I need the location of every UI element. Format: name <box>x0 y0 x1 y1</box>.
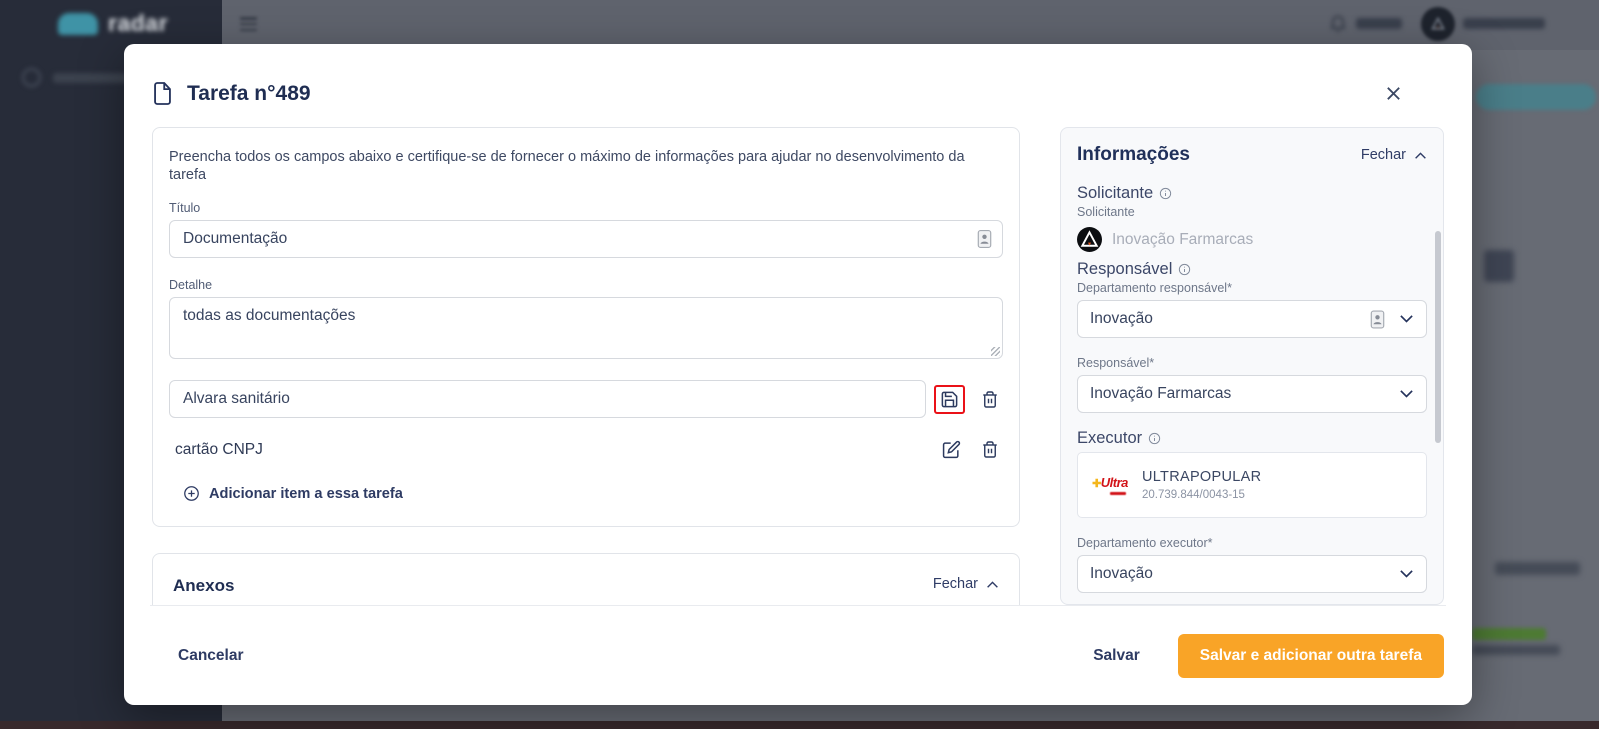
solicitante-sublabel: Solicitante <box>1077 205 1135 219</box>
task-modal: Tarefa n°489 Preencha todos os campos ab… <box>124 44 1472 705</box>
document-icon <box>152 81 173 106</box>
departamento-executor-label: Departamento executor* <box>1077 536 1213 550</box>
user-name-blur <box>1463 18 1545 29</box>
edit-pencil-icon[interactable] <box>938 436 965 463</box>
item-text: cartão CNPJ <box>175 440 263 458</box>
autofill-badge-icon <box>1370 310 1385 329</box>
solicitante-heading: Solicitante <box>1077 184 1154 202</box>
responsavel-select[interactable]: Inovação Farmarcas <box>1077 375 1427 413</box>
responsavel-label: Responsável* <box>1077 356 1155 370</box>
trash-icon[interactable] <box>977 386 1003 413</box>
radar-logo: radar <box>58 10 168 37</box>
chevron-down-icon <box>1399 569 1414 579</box>
window-bottom-edge <box>0 721 1599 729</box>
save-and-add-button[interactable]: Salvar e adicionar outra tarefa <box>1177 633 1444 678</box>
anexos-card: Anexos Fechar <box>152 553 1020 605</box>
solicitante-value: Inovação Farmarcas <box>1112 230 1254 248</box>
responsavel-heading: Responsável <box>1077 260 1173 278</box>
cancel-button[interactable]: Cancelar <box>178 647 243 665</box>
plus-circle-icon <box>183 485 200 502</box>
item-field-wrap <box>169 380 926 419</box>
task-item-row-editing <box>169 380 1003 419</box>
trash-icon[interactable] <box>977 436 1003 463</box>
task-item-row: cartão CNPJ <box>169 436 1003 463</box>
avatar[interactable] <box>1421 7 1455 41</box>
executor-card: ✚Ultra ULTRAPOPULAR 20.739.844/0043-15 <box>1077 452 1427 518</box>
form-description: Preencha todos os campos abaixo e certif… <box>169 149 965 184</box>
resize-handle[interactable] <box>991 347 1000 357</box>
executor-heading: Executor <box>1077 429 1143 447</box>
add-item-button[interactable]: Adicionar item a essa tarefa <box>183 485 403 502</box>
hamburger-menu-icon[interactable] <box>240 17 257 34</box>
info-circle-icon <box>1148 432 1161 445</box>
departamento-responsavel-value: Inovação <box>1090 310 1153 327</box>
save-button[interactable]: Salvar <box>1093 647 1140 665</box>
departamento-responsavel-select[interactable]: Inovação <box>1077 300 1427 338</box>
titulo-label: Título <box>169 201 201 216</box>
executor-cnpj: 20.739.844/0043-15 <box>1142 489 1245 501</box>
departamento-executor-value: Inovação <box>1090 565 1153 582</box>
modal-title: Tarefa n°489 <box>187 81 311 105</box>
background-grid-icon <box>1484 250 1514 282</box>
notification-label-blur <box>1356 18 1402 29</box>
info-circle-icon <box>1159 187 1172 200</box>
titulo-field-wrap <box>169 220 1003 259</box>
modal-body: Preencha todos os campos abaixo e certif… <box>124 127 1472 605</box>
detalhe-textarea[interactable]: todas as documentações <box>170 298 1002 359</box>
close-icon[interactable] <box>1381 81 1406 106</box>
background-text-blur <box>1495 562 1580 575</box>
solicitante-avatar <box>1077 227 1102 252</box>
bell-icon[interactable] <box>1328 12 1348 36</box>
background-text-blur <box>1472 645 1560 655</box>
background-teal-button <box>1476 84 1596 110</box>
titulo-input[interactable] <box>170 221 1002 258</box>
autofill-badge-icon <box>977 230 992 249</box>
detalhe-label: Detalhe <box>169 278 213 293</box>
sidebar-menu-icon <box>22 68 41 87</box>
save-floppy-icon[interactable] <box>939 389 960 410</box>
departamento-responsavel-label: Departamento responsável* <box>1077 281 1232 295</box>
anexos-collapse-button[interactable]: Fechar <box>933 576 999 592</box>
detalhe-field-wrap: todas as documentações <box>169 297 1003 360</box>
anexos-title: Anexos <box>173 576 235 596</box>
chevron-up-icon <box>1414 151 1427 160</box>
info-panel-scrollbar[interactable] <box>1435 231 1441 443</box>
info-panel-title: Informações <box>1077 144 1190 165</box>
background-progress-bar <box>1472 628 1546 640</box>
chevron-down-icon <box>1399 314 1414 324</box>
task-form-card: Preencha todos os campos abaixo e certif… <box>152 127 1020 528</box>
chevron-down-icon <box>1399 389 1414 399</box>
info-collapse-label: Fechar <box>1360 147 1406 163</box>
ultrapopular-logo: ✚Ultra <box>1090 476 1130 495</box>
modal-footer: Cancelar Salvar Salvar e adicionar outra… <box>150 605 1446 705</box>
brand-name: radar <box>108 10 169 36</box>
add-item-label: Adicionar item a essa tarefa <box>209 485 403 502</box>
info-panel: Informações Fechar Solicitante Solicitan… <box>1060 127 1444 605</box>
responsavel-value: Inovação Farmarcas <box>1090 385 1232 402</box>
radar-cloud-icon <box>58 12 98 35</box>
item-input[interactable] <box>170 381 925 418</box>
executor-name: ULTRAPOPULAR <box>1142 469 1262 485</box>
red-highlight-box <box>934 384 965 414</box>
modal-header: Tarefa n°489 <box>124 44 1472 127</box>
departamento-executor-select[interactable]: Inovação <box>1077 555 1427 593</box>
info-collapse-button[interactable]: Fechar <box>1361 147 1427 163</box>
anexos-collapse-label: Fechar <box>932 576 978 593</box>
info-circle-icon <box>1178 263 1191 276</box>
chevron-up-icon <box>986 580 999 589</box>
